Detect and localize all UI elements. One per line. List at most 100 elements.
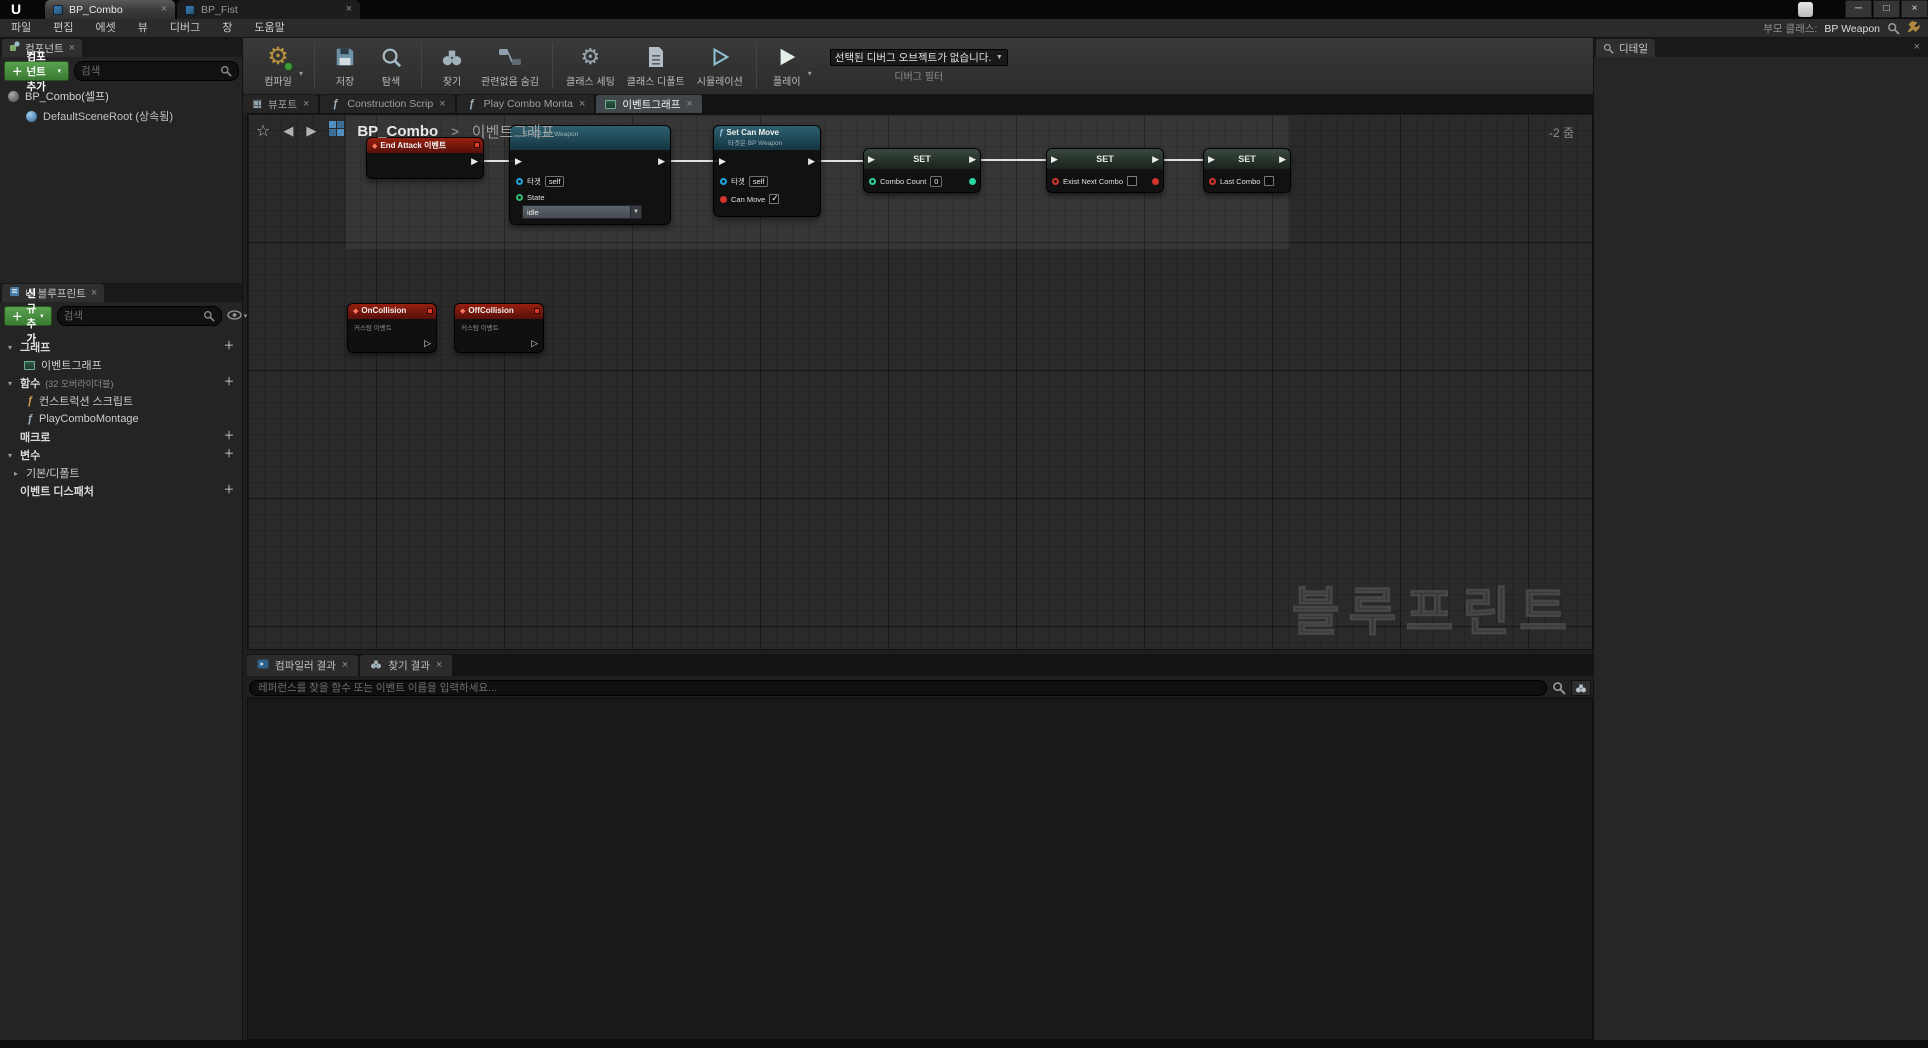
tab-details[interactable]: 디테일 — [1596, 39, 1655, 57]
node-set-last-combo[interactable]: SET ▶ ▶ Last Combo — [1203, 148, 1291, 193]
exec-out-pin[interactable]: ▶ — [658, 157, 665, 166]
tab-event-graph[interactable]: 이벤트그래프 × — [596, 95, 703, 113]
find-button[interactable]: 찾기 — [429, 40, 475, 92]
exist-next-combo-checkbox[interactable] — [1127, 176, 1138, 186]
close-icon[interactable]: × — [346, 4, 352, 15]
browse-button[interactable]: 탐색 — [368, 40, 414, 92]
asset-tab-bp-fist[interactable]: BP_Fist × — [177, 0, 360, 19]
breadcrumb-root[interactable]: BP_Combo — [357, 123, 438, 140]
delegate-pin[interactable] — [427, 308, 433, 314]
close-icon[interactable]: × — [579, 98, 585, 110]
tab-construction-script[interactable]: ƒ Construction Scrip × — [320, 95, 456, 113]
close-icon[interactable]: × — [686, 98, 692, 110]
close-icon[interactable]: × — [91, 287, 97, 299]
find-results-search-input[interactable] — [258, 681, 1538, 694]
sidebar-item-play-combo-montage[interactable]: ƒ PlayComboMontage — [0, 410, 243, 428]
caret-down-icon[interactable]: ▾ — [808, 69, 812, 78]
close-icon[interactable]: × — [69, 42, 75, 54]
nav-forward-icon[interactable]: ▶ — [306, 123, 316, 139]
exec-in-pin[interactable]: ▶ — [719, 157, 726, 166]
node-on-collision[interactable]: ◆ OnCollision 커스텀 이벤트 ▷ — [347, 303, 437, 353]
bool-pin[interactable] — [1209, 177, 1216, 185]
close-icon[interactable]: × — [1914, 42, 1920, 53]
add-component-button[interactable]: ＋ 컴포넌트 추가 ▾ — [4, 51, 69, 93]
nav-back-icon[interactable]: ◀ — [283, 123, 293, 139]
breadcrumb-leaf[interactable]: 이벤트그래프 — [472, 121, 555, 142]
menu-debug[interactable]: 디버그 — [159, 19, 211, 38]
tab-my-blueprint[interactable]: 내 블루프린트 × — [2, 284, 105, 302]
close-icon[interactable]: × — [161, 4, 167, 15]
component-row-self[interactable]: BP_Combo(셀프) — [0, 86, 243, 106]
play-button[interactable]: 플레이 — [764, 40, 810, 92]
sidebar-section-variables[interactable]: ▾ 변수 ＋ — [0, 446, 243, 464]
last-combo-checkbox[interactable] — [1264, 176, 1275, 186]
favorite-star-icon[interactable]: ☆ — [256, 121, 270, 141]
sidebar-item-construction-script[interactable]: ƒ 컨스트럭션 스크립트 — [0, 392, 243, 410]
sidebar-section-event-dispatchers[interactable]: 이벤트 디스패처 ＋ — [0, 482, 243, 500]
target-value-box[interactable]: self — [748, 176, 769, 187]
add-function-button[interactable]: ＋ — [221, 376, 237, 390]
bool-pin[interactable] — [720, 195, 727, 203]
exec-in-pin[interactable]: ▶ — [1208, 155, 1215, 164]
exec-in-pin[interactable]: ▶ — [868, 155, 875, 164]
int-value-box[interactable]: 0 — [930, 176, 943, 187]
node-off-collision[interactable]: ◆ OffCollision 커스텀 이벤트 ▷ — [454, 303, 544, 353]
my-blueprint-search[interactable] — [56, 306, 222, 326]
add-event-dispatcher-button[interactable]: ＋ — [221, 484, 237, 498]
bool-pin[interactable] — [1052, 177, 1059, 185]
unreal-badge-icon[interactable] — [1798, 2, 1813, 17]
find-results-search[interactable] — [249, 679, 1547, 696]
exec-out-pin[interactable]: ▷ — [424, 339, 431, 348]
wrench-icon[interactable] — [1907, 20, 1920, 38]
add-graph-button[interactable]: ＋ — [221, 340, 237, 354]
node-set-can-move[interactable]: ƒ Set Can Move 타겟은 BP Weapon ▶ ▶ 타겟 self… — [713, 125, 821, 217]
event-graph-canvas[interactable]: ◆ End Attack 이벤트 ▶ 타겟은 BP Weapon ▶ ▶ 타겟 … — [247, 113, 1593, 650]
sidebar-item-event-graph[interactable]: 이벤트그래프 — [0, 356, 243, 374]
tri-open-icon[interactable]: ▾ — [8, 451, 20, 460]
exec-out-pin[interactable]: ▶ — [1152, 155, 1159, 164]
exec-in-pin[interactable]: ▶ — [1051, 155, 1058, 164]
add-new-button[interactable]: ＋ 신규 추가 ▾ — [4, 288, 52, 345]
object-pin[interactable] — [516, 178, 523, 185]
components-search[interactable] — [74, 61, 239, 81]
tri-open-icon[interactable]: ▾ — [8, 343, 20, 352]
find-in-blueprints-button[interactable] — [1571, 679, 1591, 696]
menu-file[interactable]: 파일 — [0, 19, 42, 38]
unreal-logo[interactable]: U — [6, 1, 26, 18]
exec-out-pin[interactable]: ▶ — [969, 155, 976, 164]
menu-asset[interactable]: 에셋 — [85, 19, 127, 38]
exec-out-pin[interactable]: ▶ — [808, 157, 815, 166]
my-blueprint-search-input[interactable] — [63, 310, 199, 322]
save-button[interactable]: 저장 — [322, 40, 368, 92]
tab-play-combo-montage[interactable]: ƒ Play Combo Monta × — [456, 95, 596, 113]
compile-button[interactable]: ⚙ 컴파일 — [255, 40, 301, 92]
sidebar-section-functions[interactable]: ▾ 함수 (32 오버라이더블) ＋ — [0, 374, 243, 392]
search-icon[interactable] — [1552, 681, 1566, 695]
state-dropdown[interactable]: idle ▼ — [522, 205, 642, 219]
close-icon[interactable]: × — [439, 98, 445, 110]
can-move-checkbox[interactable] — [769, 193, 780, 204]
exec-out-pin[interactable]: ▶ — [1279, 155, 1286, 164]
object-pin[interactable] — [720, 178, 727, 185]
minimize-button[interactable]: ─ — [1845, 0, 1872, 18]
bool-out-pin[interactable] — [1152, 178, 1159, 185]
tab-find-results[interactable]: 찾기 결과 × — [360, 655, 453, 676]
class-settings-button[interactable]: ⚙ 클래스 세팅 — [560, 40, 621, 92]
exec-out-pin[interactable]: ▶ — [471, 157, 478, 166]
add-variable-button[interactable]: ＋ — [221, 448, 237, 462]
menu-help[interactable]: 도움말 — [243, 19, 295, 38]
close-icon[interactable]: × — [303, 98, 309, 110]
int-out-pin[interactable] — [969, 178, 976, 185]
visibility-filter-button[interactable]: ▾ — [227, 307, 247, 325]
caret-down-icon[interactable]: ▾ — [299, 69, 303, 78]
enum-pin[interactable] — [516, 194, 523, 201]
exec-in-pin[interactable]: ▶ — [515, 157, 522, 166]
tab-compiler-results[interactable]: 컴파일러 결과 × — [247, 655, 359, 676]
menu-view[interactable]: 뷰 — [127, 19, 159, 38]
asset-tab-bp-combo[interactable]: BP_Combo × — [45, 0, 175, 19]
delegate-pin[interactable] — [534, 308, 540, 314]
exec-out-pin[interactable]: ▷ — [531, 339, 538, 348]
search-icon[interactable] — [1887, 22, 1900, 35]
close-icon[interactable]: × — [342, 660, 348, 671]
int-pin[interactable] — [869, 178, 876, 185]
